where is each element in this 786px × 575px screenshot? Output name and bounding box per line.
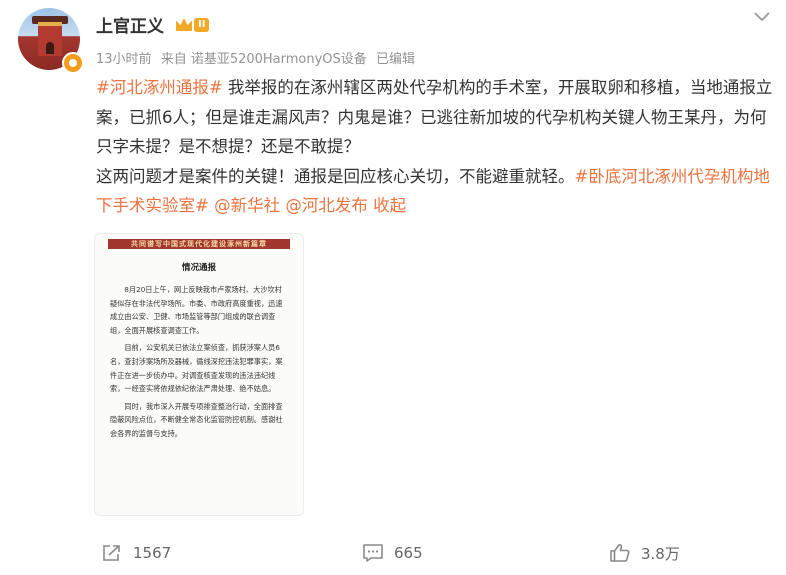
user-level-badge[interactable]: II <box>176 15 210 34</box>
more-button[interactable] <box>752 10 772 24</box>
like-count: 3.8万 <box>641 544 680 563</box>
user-name[interactable]: 上官正义 <box>96 12 164 37</box>
post-meta: 13小时前 来自 诺基亚5200HarmonyOS设备 已编辑 <box>96 48 420 67</box>
document-paragraph: 同时，我市深入开展专项排查整治行动，全面排查隐蔽风险点位，不断健全常态化监管防控… <box>110 401 283 438</box>
thumbs-up-icon <box>610 544 630 562</box>
comment-icon <box>363 544 383 562</box>
document-banner: 共同谱写中国式现代化建设涿州新篇章 <box>108 239 290 249</box>
comment-count: 665 <box>394 544 423 562</box>
chevron-down-icon <box>754 12 770 22</box>
topic-tag-hebei-zhuozhou[interactable]: #河北涿州通报# <box>96 78 223 97</box>
post-text-body-2: 这两问题才是案件的关键！通报是回应核心关切，不能避重就轻。 <box>96 166 575 186</box>
attached-image[interactable]: 共同谱写中国式现代化建设涿州新篇章 情况通报 8月20日上午，网上反映我市卢家场… <box>94 233 304 516</box>
repost-icon <box>103 545 120 561</box>
post-source: 来自 诺基亚5200HarmonyOS设备 <box>160 52 367 67</box>
post-text: #河北涿州通报# 我举报的在涿州辖区两处代孕机构的手术室，开展取卵和移植，当地通… <box>96 73 776 221</box>
post-edited[interactable]: 已编辑 <box>376 52 415 67</box>
comment-button[interactable]: 665 <box>362 536 423 570</box>
action-bar: 1567 665 3.8万 <box>0 536 786 570</box>
mention-hebei[interactable]: @河北发布 <box>285 196 368 215</box>
user-level: II <box>194 17 210 32</box>
document-title: 情况通报 <box>181 263 216 273</box>
post-time[interactable]: 13小时前 <box>96 52 152 67</box>
document-body: 8月20日上午，网上反映我市卢家场村、大沙坎村疑似存在非法代孕场所。市委、市政府… <box>110 283 288 441</box>
verified-badge-icon <box>62 52 84 74</box>
document-paragraph: 目前，公安机关已依法立案侦查，抓获涉案人员6名，查封涉案场所及器械，循线深挖违法… <box>110 343 283 394</box>
repost-button[interactable]: 1567 <box>101 536 171 570</box>
avatar-gate <box>46 42 54 54</box>
like-button[interactable]: 3.8万 <box>609 536 680 570</box>
mention-xinhua[interactable]: @新华社 <box>214 196 280 215</box>
document-paragraph: 8月20日上午，网上反映我市卢家场村、大沙坎村疑似存在非法代孕场所。市委、市政府… <box>110 285 283 335</box>
crown-icon <box>176 18 192 31</box>
collapse-link[interactable]: 收起 <box>373 196 406 215</box>
repost-count: 1567 <box>133 544 172 562</box>
